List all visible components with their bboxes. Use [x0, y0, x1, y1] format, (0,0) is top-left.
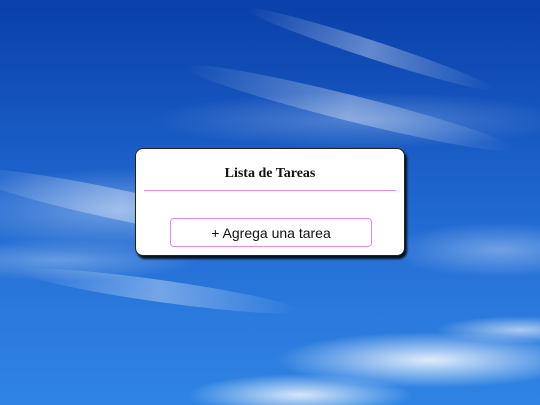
card-title: Lista de Tareas — [224, 166, 316, 181]
title-divider — [144, 190, 396, 191]
cloud-streak — [181, 54, 519, 162]
task-list-card: Lista de Tareas + Agrega una tarea — [135, 148, 405, 256]
cloud-streak — [19, 260, 301, 322]
add-task-button[interactable]: + Agrega una tarea — [170, 218, 372, 247]
